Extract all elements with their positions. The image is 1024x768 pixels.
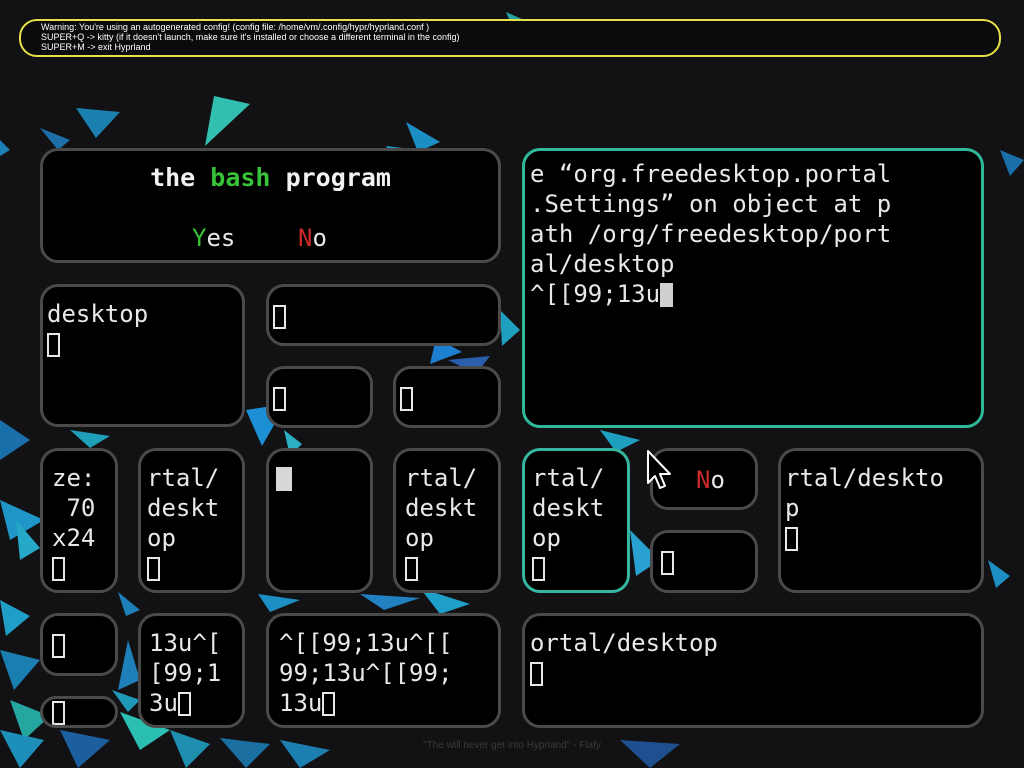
terminal-cursor (52, 701, 65, 725)
terminal-cursor (276, 467, 292, 491)
warning-line-config: Warning: You're using an autogenerated c… (41, 22, 430, 32)
no-button[interactable]: No (298, 223, 327, 253)
desktop: Warning: You're using an autogenerated c… (0, 0, 1024, 768)
terminal-output: ^[[99;13u^[[99;13u^[[99; 13u (279, 628, 496, 718)
terminal-window-empty[interactable] (266, 448, 373, 593)
terminal-line: ^[[99;13u^[[ (279, 629, 453, 657)
dialog-title-program: program (285, 163, 391, 192)
terminal-line: op (147, 524, 176, 552)
terminal-cursor (52, 634, 65, 658)
terminal-line: [99;1 (149, 659, 222, 687)
terminal-line: rtal/ (532, 464, 605, 492)
terminal-window-focused[interactable]: e “org.freedesktop.portal .Settings” on o… (522, 148, 984, 428)
terminal-line: .Settings” on object at p (530, 190, 892, 218)
terminal-line: op (405, 524, 434, 552)
terminal-output: rtal/desktopp (785, 463, 979, 523)
dialog-title-the: the (150, 163, 196, 192)
terminal-window-empty[interactable] (650, 530, 758, 593)
terminal-cursor (785, 527, 798, 551)
terminal-line: rtal/ (147, 464, 220, 492)
warning-line-exit: SUPER+M -> exit Hyprland (41, 42, 151, 52)
terminal-cursor (47, 333, 60, 357)
terminal-cursor (273, 387, 286, 411)
yes-hotkey: Y (192, 224, 207, 252)
wallpaper-caption: "The will never get into Hyprland" - Fla… (423, 740, 601, 751)
terminal-window-portal[interactable]: rtal/deskt op (393, 448, 501, 593)
terminal-cursor (147, 557, 160, 581)
terminal-window-desktop[interactable]: desktop (40, 284, 245, 427)
no-label: o (710, 466, 725, 494)
terminal-line: ath /org/freedesktop/port (530, 220, 892, 248)
terminal-window-portal[interactable]: rtal/deskt op (138, 448, 245, 593)
terminal-window-empty[interactable] (40, 696, 118, 728)
no-button[interactable]: No (696, 465, 725, 495)
terminal-output: desktop (47, 299, 240, 359)
terminal-line: ze: (52, 464, 96, 492)
terminal-window-size[interactable]: ze: 70 x24 (40, 448, 118, 593)
terminal-line: e “org.freedesktop.portal (530, 160, 892, 188)
terminal-line: deskt (405, 494, 478, 522)
terminal-line: 13u^[ (149, 629, 222, 657)
terminal-window-empty[interactable] (266, 284, 501, 346)
terminal-output: ze: 70 x24 (52, 463, 113, 583)
terminal-line: 13u (279, 689, 323, 717)
terminal-cursor (273, 305, 286, 329)
terminal-output: ortal/desktop (530, 628, 979, 688)
terminal-output: 13u^[[99;1 3u (149, 628, 240, 718)
terminal-line: 99;13u^[[99; (279, 659, 453, 687)
dialog-title-bash: bash (210, 163, 271, 192)
dialog-title: the bash program (43, 163, 498, 193)
terminal-window-sequence[interactable]: 13u^[[99;1 3u (138, 613, 245, 728)
yes-button[interactable]: Yes (192, 223, 235, 253)
terminal-line: 70 (52, 494, 96, 522)
terminal-line: deskt (147, 494, 220, 522)
terminal-cursor (322, 692, 336, 716)
terminal-line: ^[[99;13u (530, 280, 661, 308)
terminal-cursor (661, 551, 674, 575)
terminal-line: desktop (47, 300, 149, 328)
terminal-output: rtal/deskt op (147, 463, 240, 583)
terminal-cursor (660, 283, 674, 307)
terminal-window-empty[interactable] (40, 613, 118, 676)
yes-label: es (206, 224, 236, 252)
terminal-line: x24 (52, 524, 96, 552)
terminal-window-ortal[interactable]: ortal/desktop (522, 613, 984, 728)
terminal-cursor (532, 557, 545, 581)
terminal-output: rtal/deskt op (532, 463, 625, 583)
no-label: o (312, 224, 327, 252)
terminal-window-empty[interactable] (393, 366, 501, 428)
terminal-line: op (532, 524, 561, 552)
terminal-window-empty[interactable] (266, 366, 373, 428)
bash-program-dialog-window[interactable]: the bash program Yes No (40, 148, 501, 263)
terminal-window-portal-wide[interactable]: rtal/desktopp (778, 448, 984, 593)
warning-line-kitty: SUPER+Q -> kitty (if it doesn't launch, … (41, 32, 460, 42)
no-hotkey: N (298, 224, 313, 252)
terminal-line: rtal/deskto (785, 464, 944, 492)
mouse-pointer-icon (647, 450, 671, 489)
terminal-cursor (400, 387, 413, 411)
terminal-cursor (405, 557, 418, 581)
terminal-line: deskt (532, 494, 605, 522)
terminal-line: 3u (149, 689, 178, 717)
terminal-line: ortal/desktop (530, 629, 718, 657)
terminal-output: e “org.freedesktop.portal .Settings” on o… (530, 159, 979, 309)
terminal-line: al/desktop (530, 250, 675, 278)
terminal-window-portal-highlighted[interactable]: rtal/deskt op (522, 448, 630, 593)
terminal-window-sequence-wide[interactable]: ^[[99;13u^[[99;13u^[[99; 13u (266, 613, 501, 728)
terminal-cursor (177, 692, 191, 716)
terminal-cursor (530, 662, 543, 686)
terminal-line: rtal/ (405, 464, 478, 492)
no-hotkey: N (696, 466, 711, 494)
config-warning-notification: Warning: You're using an autogenerated c… (19, 19, 1001, 57)
terminal-output: rtal/deskt op (405, 463, 496, 583)
terminal-cursor (52, 557, 65, 581)
